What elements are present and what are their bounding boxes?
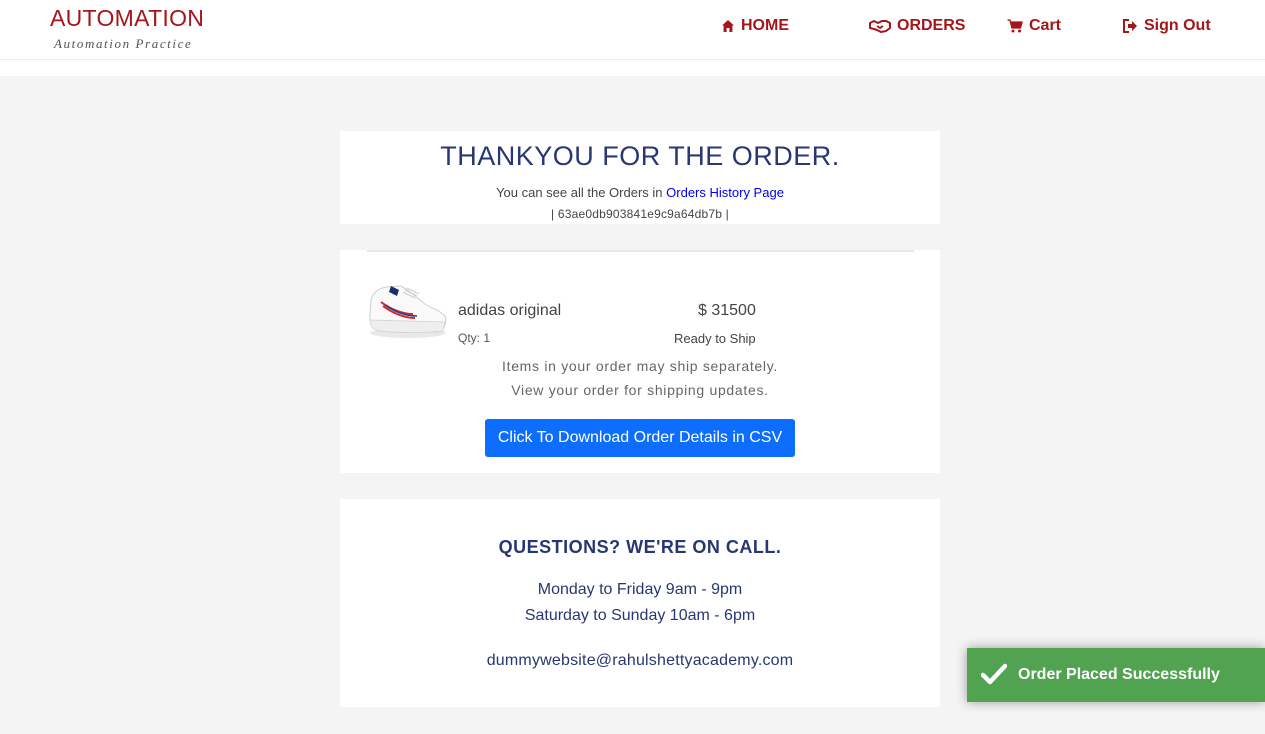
thank-you-heading: THANKYOU FOR THE ORDER. — [440, 141, 840, 171]
success-toast[interactable]: Order Placed Successfully — [967, 648, 1265, 702]
toast-message: Order Placed Successfully — [1018, 666, 1220, 683]
shipping-note-1: Items in your order may ship separately. — [502, 358, 778, 374]
product-quantity: Qty: 1 — [458, 331, 491, 345]
nav-home-label: HOME — [741, 17, 789, 34]
cart-icon — [1007, 19, 1023, 33]
orders-history-link[interactable]: Orders History Page — [666, 185, 784, 200]
shipping-status: Ready to Ship — [674, 331, 756, 346]
divider — [367, 250, 914, 252]
orders-history-prefix: You can see all the Orders in — [496, 185, 663, 200]
product-price: $ 31500 — [698, 302, 756, 319]
sign-out-icon — [1123, 19, 1138, 33]
top-navbar: AUTOMATION Automation Practice HOME ORDE… — [0, 0, 1265, 60]
contact-email: dummywebsite@rahulshettyacademy.com — [486, 652, 794, 669]
nav-cart-label: Cart — [1029, 17, 1062, 34]
header-subbar — [0, 60, 1265, 76]
checkmark-icon — [980, 663, 1008, 690]
nav-home-button[interactable]: HOME — [721, 17, 789, 35]
weekday-hours: Monday to Friday 9am - 9pm — [537, 581, 743, 598]
product-name: adidas original — [458, 302, 562, 319]
order-summary-card: adidas original Qty: 1 $ 31500 Ready to … — [340, 250, 940, 473]
thank-you-card: THANKYOU FOR THE ORDER. You can see all … — [340, 131, 940, 224]
nav-sign-out-label: Sign Out — [1144, 17, 1211, 34]
contact-heading: QUESTIONS? WE'RE ON CALL. — [498, 537, 782, 557]
handshake-icon — [869, 19, 891, 33]
logo-title[interactable]: AUTOMATION — [50, 5, 204, 32]
nav-sign-out-button[interactable]: Sign Out — [1123, 17, 1211, 35]
order-id: | 63ae0db903841e9c9a64db7b | — [550, 207, 729, 221]
shipping-note-2: View your order for shipping updates. — [511, 382, 769, 398]
weekend-hours: Saturday to Sunday 10am - 6pm — [524, 607, 756, 624]
logo-subtitle: Automation Practice — [54, 36, 193, 51]
product-image — [367, 278, 449, 342]
nav-cart-button[interactable]: Cart — [1007, 17, 1061, 35]
nav-orders-label: ORDERS — [897, 17, 966, 34]
orders-history-text: You can see all the Orders in Orders His… — [340, 185, 940, 200]
home-icon — [721, 19, 735, 33]
contact-card: QUESTIONS? WE'RE ON CALL. Monday to Frid… — [340, 499, 940, 707]
nav-orders-button[interactable]: ORDERS — [869, 17, 965, 35]
download-csv-button[interactable]: Click To Download Order Details in CSV — [485, 419, 795, 457]
